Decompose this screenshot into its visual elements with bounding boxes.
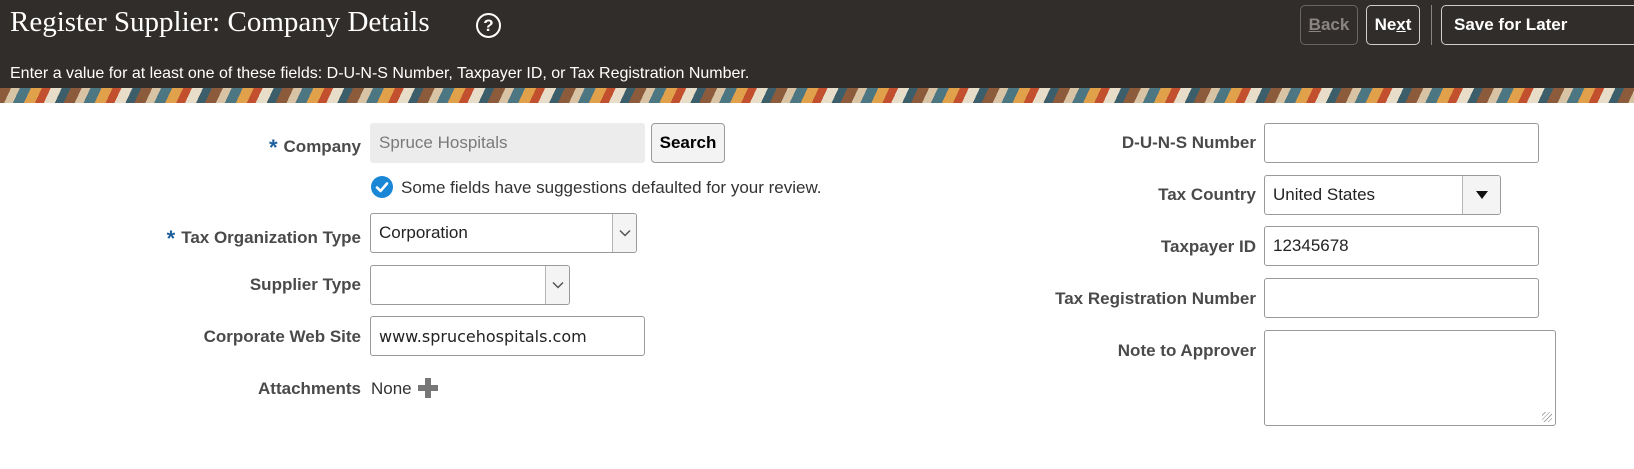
- tax-country-select[interactable]: United States: [1264, 175, 1501, 215]
- tax-organization-type-value: Corporation: [379, 223, 468, 242]
- company-label: * Company: [268, 135, 361, 160]
- caret-down-icon[interactable]: [1462, 176, 1500, 214]
- back-button[interactable]: Back: [1300, 5, 1358, 45]
- tax-organization-type-label: * Tax Organization Type: [166, 226, 361, 251]
- attachments-label: Attachments: [258, 379, 361, 398]
- page-instructions: Enter a value for at least one of these …: [10, 65, 750, 82]
- duns-number-label: D-U-N-S Number: [1121, 133, 1256, 152]
- help-icon[interactable]: ?: [476, 13, 501, 38]
- back-access-key: B: [1308, 15, 1321, 34]
- check-circle-icon: [371, 176, 393, 198]
- required-indicator: *: [268, 135, 278, 160]
- page-title: Register Supplier: Company Details: [10, 6, 430, 38]
- resize-grip-icon[interactable]: [1542, 412, 1552, 422]
- chevron-down-icon[interactable]: [612, 214, 636, 252]
- tax-organization-type-select[interactable]: Corporation: [370, 213, 637, 253]
- taxpayer-id-input[interactable]: 12345678: [1264, 226, 1539, 266]
- company-field[interactable]: Spruce Hospitals: [370, 123, 645, 163]
- next-button[interactable]: Ne x t: [1366, 5, 1420, 45]
- supplier-type-label: Supplier Type: [249, 275, 361, 294]
- page-header: Register Supplier: Company Details ? Ent…: [0, 0, 1634, 88]
- save-for-later-button[interactable]: Save for Later: [1441, 5, 1634, 45]
- plus-icon[interactable]: [418, 378, 438, 398]
- next-access-key: x: [1396, 15, 1406, 34]
- taxpayer-id-label: Taxpayer ID: [1160, 237, 1256, 256]
- search-button[interactable]: Search: [651, 123, 725, 163]
- note-to-approver-textarea[interactable]: [1264, 330, 1556, 426]
- tax-registration-number-label: Tax Registration Number: [1055, 289, 1256, 308]
- required-indicator: *: [166, 226, 176, 251]
- duns-number-input[interactable]: [1264, 123, 1539, 163]
- supplier-type-select[interactable]: [370, 265, 570, 305]
- corporate-web-site-label: Corporate Web Site: [203, 327, 361, 346]
- suggestion-message: Some fields have suggestions defaulted f…: [401, 178, 822, 197]
- note-to-approver-label: Note to Approver: [1117, 341, 1256, 360]
- toolbar-separator: [1431, 5, 1432, 45]
- chevron-down-icon[interactable]: [545, 266, 569, 304]
- attachments-value: None: [371, 379, 412, 398]
- tax-country-label: Tax Country: [1158, 185, 1256, 204]
- decorative-banner: [0, 88, 1634, 103]
- corporate-web-site-input[interactable]: www.sprucehospitals.com: [370, 316, 645, 356]
- tax-registration-number-input[interactable]: [1264, 278, 1539, 318]
- tax-country-value: United States: [1273, 185, 1376, 204]
